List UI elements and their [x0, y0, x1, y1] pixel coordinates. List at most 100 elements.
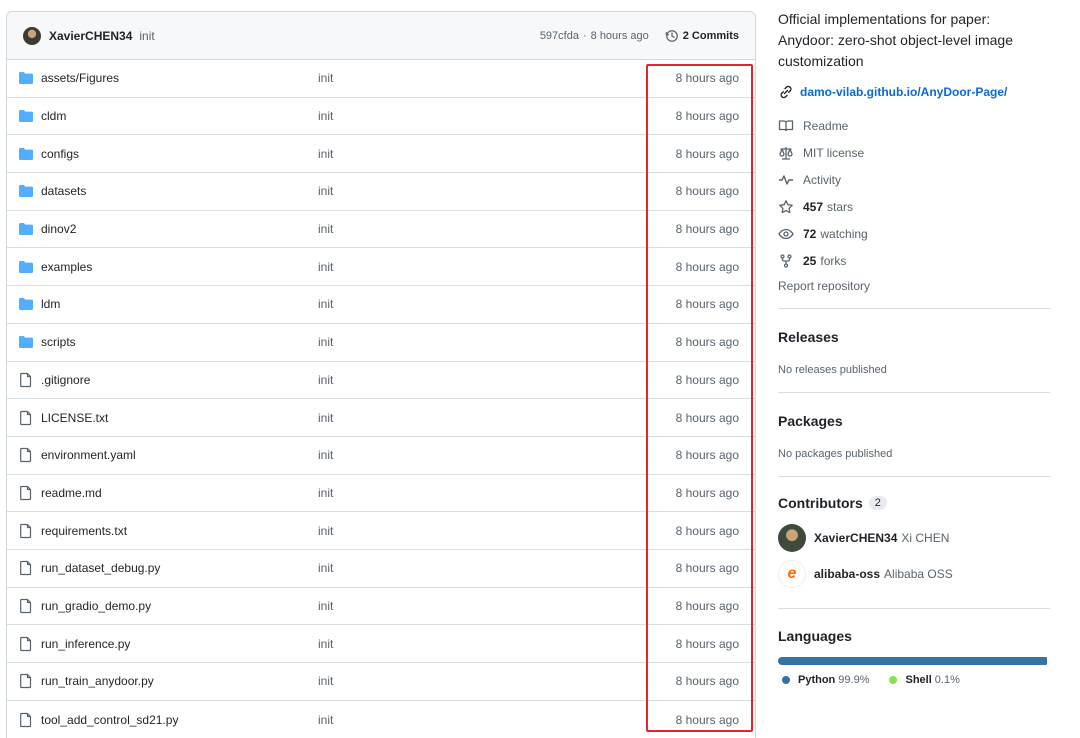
- folder-icon: [18, 296, 34, 312]
- file-name[interactable]: .gitignore: [41, 373, 90, 387]
- commit-message[interactable]: init: [139, 29, 154, 43]
- commit-time: 8 hours ago: [590, 29, 649, 42]
- file-name[interactable]: run_gradio_demo.py: [41, 599, 151, 613]
- commit-hash[interactable]: 597cfda: [540, 30, 579, 42]
- language-percent: 0.1%: [934, 674, 960, 686]
- file-commit-message[interactable]: init: [318, 411, 333, 425]
- stars-count: 457: [803, 199, 824, 214]
- file-row[interactable]: run_dataset_debug.py init 8 hours ago: [7, 550, 755, 588]
- readme-label: Readme: [803, 118, 849, 133]
- watchers-link[interactable]: 72 watching: [778, 220, 1058, 247]
- file-row[interactable]: datasets init 8 hours ago: [7, 173, 755, 211]
- alibaba-logo-avatar[interactable]: e: [778, 560, 806, 588]
- file-row[interactable]: .gitignore init 8 hours ago: [7, 362, 755, 400]
- file-commit-message[interactable]: init: [318, 561, 333, 575]
- folder-icon: [18, 108, 34, 124]
- file-name[interactable]: dinov2: [41, 222, 76, 236]
- file-commit-message[interactable]: init: [318, 486, 333, 500]
- latest-commit-bar: XavierCHEN34 init 597cfda · 8 hours ago …: [7, 12, 755, 60]
- file-row[interactable]: examples init 8 hours ago: [7, 248, 755, 287]
- contributor-item[interactable]: XavierCHEN34 Xi CHEN: [778, 520, 1058, 556]
- file-name[interactable]: examples: [41, 260, 92, 274]
- packages-heading[interactable]: Packages: [778, 413, 1058, 429]
- file-commit-message[interactable]: init: [318, 674, 333, 688]
- file-icon: [18, 523, 34, 539]
- contributor-login[interactable]: alibaba-oss: [814, 567, 880, 581]
- homepage-link[interactable]: damo-vilab.github.io/AnyDoor-Page/: [778, 84, 1058, 100]
- file-name[interactable]: run_dataset_debug.py: [41, 561, 160, 575]
- file-commit-message[interactable]: init: [318, 222, 333, 236]
- file-name[interactable]: cldm: [41, 109, 66, 123]
- file-name[interactable]: datasets: [41, 184, 86, 198]
- file-row[interactable]: run_gradio_demo.py init 8 hours ago: [7, 588, 755, 626]
- file-commit-time: 8 hours ago: [675, 222, 739, 237]
- language-bar: [778, 657, 1049, 665]
- forks-link[interactable]: 25 forks: [778, 247, 1058, 274]
- file-name[interactable]: configs: [41, 147, 79, 161]
- file-name[interactable]: readme.md: [41, 486, 102, 500]
- fork-icon: [780, 253, 792, 268]
- contributor-item[interactable]: e alibaba-oss Alibaba OSS: [778, 556, 1058, 592]
- file-name[interactable]: run_inference.py: [41, 637, 130, 651]
- file-commit-message[interactable]: init: [318, 335, 333, 349]
- file-row[interactable]: LICENSE.txt init 8 hours ago: [7, 399, 755, 437]
- file-row[interactable]: dinov2 init 8 hours ago: [7, 211, 755, 249]
- license-link[interactable]: MIT license: [778, 139, 1058, 166]
- file-row[interactable]: cldm init 8 hours ago: [7, 98, 755, 136]
- file-commit-message[interactable]: init: [318, 297, 333, 311]
- file-commit-message[interactable]: init: [318, 373, 333, 387]
- file-commit-time: 8 hours ago: [675, 636, 739, 651]
- file-name[interactable]: scripts: [41, 335, 76, 349]
- file-name[interactable]: LICENSE.txt: [41, 411, 108, 425]
- avatar[interactable]: [778, 524, 806, 552]
- commit-author[interactable]: XavierCHEN34: [49, 29, 132, 43]
- languages-heading: Languages: [778, 628, 852, 644]
- file-row[interactable]: environment.yaml init 8 hours ago: [7, 437, 755, 475]
- author-avatar[interactable]: [23, 26, 41, 45]
- file-icon: [18, 712, 34, 728]
- packages-note: No packages published: [778, 448, 893, 460]
- file-commit-time: 8 hours ago: [675, 335, 739, 350]
- file-commit-message[interactable]: init: [318, 260, 333, 274]
- stars-link[interactable]: 457 stars: [778, 193, 1058, 220]
- file-row[interactable]: tool_add_control_sd21.py init 8 hours ago: [7, 701, 755, 738]
- stars-label: stars: [827, 199, 854, 214]
- file-commit-message[interactable]: init: [318, 599, 333, 613]
- file-row[interactable]: configs init 8 hours ago: [7, 135, 755, 174]
- releases-heading[interactable]: Releases: [778, 329, 1058, 345]
- file-row[interactable]: readme.md init 8 hours ago: [7, 475, 755, 513]
- activity-link[interactable]: Activity: [778, 166, 1058, 193]
- file-icon: [18, 636, 34, 652]
- contributors-heading[interactable]: Contributors 2: [778, 495, 1058, 511]
- contributors-section: Contributors 2 XavierCHEN34 Xi CHEN e al…: [778, 495, 1058, 592]
- file-commit-message[interactable]: init: [318, 147, 333, 161]
- file-row[interactable]: ldm init 8 hours ago: [7, 286, 755, 324]
- file-commit-message[interactable]: init: [318, 637, 333, 651]
- file-commit-message[interactable]: init: [318, 71, 333, 85]
- file-name[interactable]: run_train_anydoor.py: [41, 674, 154, 688]
- report-repository-link[interactable]: Report repository: [778, 279, 1058, 293]
- file-name[interactable]: ldm: [41, 297, 60, 311]
- file-commit-message[interactable]: init: [318, 109, 333, 123]
- watching-count: 72: [803, 226, 817, 241]
- file-commit-message[interactable]: init: [318, 184, 333, 198]
- file-row[interactable]: assets/Figures init 8 hours ago: [7, 60, 755, 98]
- file-row[interactable]: run_inference.py init 8 hours ago: [7, 625, 755, 663]
- readme-link[interactable]: Readme: [778, 112, 1058, 139]
- file-name[interactable]: environment.yaml: [41, 448, 136, 462]
- file-commit-message[interactable]: init: [318, 713, 333, 727]
- file-row[interactable]: scripts init 8 hours ago: [7, 324, 755, 362]
- file-name[interactable]: assets/Figures: [41, 71, 119, 85]
- language-legend: Python 99.9% Shell 0.1%: [778, 674, 1058, 686]
- law-icon: [779, 146, 793, 160]
- file-name[interactable]: tool_add_control_sd21.py: [41, 713, 178, 727]
- file-commit-message[interactable]: init: [318, 524, 333, 538]
- language-item[interactable]: Shell 0.1%: [889, 674, 960, 686]
- file-row[interactable]: requirements.txt init 8 hours ago: [7, 512, 755, 550]
- commits-link[interactable]: 2 Commits: [665, 29, 739, 43]
- language-item[interactable]: Python 99.9%: [782, 674, 869, 686]
- file-name[interactable]: requirements.txt: [41, 524, 127, 538]
- contributor-login[interactable]: XavierCHEN34: [814, 531, 897, 545]
- file-row[interactable]: run_train_anydoor.py init 8 hours ago: [7, 663, 755, 701]
- file-commit-message[interactable]: init: [318, 448, 333, 462]
